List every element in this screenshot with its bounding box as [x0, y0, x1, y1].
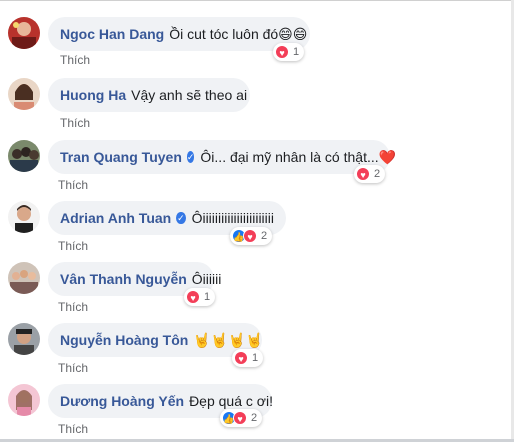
- avatar[interactable]: [8, 17, 40, 49]
- reaction-summary[interactable]: ♥ 1: [184, 288, 216, 306]
- comment-author[interactable]: Huong Ha: [60, 87, 126, 103]
- comment-author[interactable]: Adrian Anh Tuan: [60, 210, 171, 226]
- comment-text: 🤘🤘🤘🤘: [193, 331, 264, 348]
- comment-bubble: Ngoc Han Dang Ồi cut tóc luôn đó😄😄: [48, 17, 310, 51]
- reaction-count: 1: [293, 46, 300, 58]
- reaction-count: 2: [261, 230, 268, 242]
- avatar[interactable]: [8, 384, 40, 416]
- verified-badge-icon: ✓: [186, 151, 195, 163]
- reaction-summary[interactable]: ♥ 1: [273, 43, 305, 61]
- verified-badge-icon: ✓: [176, 212, 186, 224]
- reaction-summary[interactable]: ♥ 1: [232, 349, 264, 367]
- like-link[interactable]: Thích: [58, 422, 88, 436]
- love-reaction-icon: ♥: [234, 351, 248, 365]
- like-link[interactable]: Thích: [58, 361, 88, 375]
- comment-text: Ôi... đại mỹ nhân là có thật...❤️: [200, 148, 397, 165]
- comment-text: Vậy anh sẽ theo ai: [131, 87, 248, 103]
- reaction-count: 1: [252, 352, 259, 364]
- top-divider: [0, 0, 514, 1]
- comment-author[interactable]: Vân Thanh Nguyễn: [60, 271, 187, 287]
- like-link[interactable]: Thích: [60, 53, 90, 67]
- reaction-count: 2: [251, 412, 258, 424]
- comment-author[interactable]: Ngoc Han Dang: [60, 26, 164, 42]
- comment-author[interactable]: Tran Quang Tuyen: [60, 149, 182, 165]
- reaction-summary[interactable]: 👍 ♥ 2: [220, 409, 263, 427]
- comment-bubble: Nguyễn Hoàng Tôn 🤘🤘🤘🤘: [48, 323, 264, 357]
- comment-author[interactable]: Nguyễn Hoàng Tôn: [60, 332, 188, 348]
- like-link[interactable]: Thích: [58, 178, 88, 192]
- avatar[interactable]: [8, 78, 40, 110]
- like-link[interactable]: Thích: [58, 239, 88, 253]
- like-link[interactable]: Thích: [58, 300, 88, 314]
- love-reaction-icon: ♥: [243, 229, 257, 243]
- love-reaction-icon: ♥: [356, 167, 370, 181]
- love-reaction-icon: ♥: [275, 45, 289, 59]
- reaction-summary[interactable]: 👍 ♥ 2: [230, 227, 273, 245]
- like-link[interactable]: Thích: [60, 116, 90, 130]
- reaction-count: 2: [374, 168, 381, 180]
- avatar[interactable]: [8, 201, 40, 233]
- comment-text: Ồi cut tóc luôn đó😄😄: [169, 25, 308, 42]
- avatar[interactable]: [8, 323, 40, 355]
- comment-text: Đẹp quá c ơi!: [189, 393, 273, 409]
- avatar[interactable]: [8, 262, 40, 294]
- comment-text: Ôiiiiii: [191, 271, 222, 287]
- love-reaction-icon: ♥: [186, 290, 200, 304]
- comment-text: Ôiiiiiiiiiiiiiiiiiiiiiii: [191, 210, 274, 226]
- comment-bubble: Huong Ha Vậy anh sẽ theo ai: [48, 78, 250, 112]
- love-reaction-icon: ♥: [233, 411, 247, 425]
- comment-bubble: Tran Quang Tuyen ✓ Ôi... đại mỹ nhân là …: [48, 140, 396, 174]
- reaction-count: 1: [204, 291, 211, 303]
- comment-author[interactable]: Dương Hoàng Yến: [60, 393, 184, 409]
- avatar[interactable]: [8, 140, 40, 172]
- reaction-summary[interactable]: ♥ 2: [354, 165, 386, 183]
